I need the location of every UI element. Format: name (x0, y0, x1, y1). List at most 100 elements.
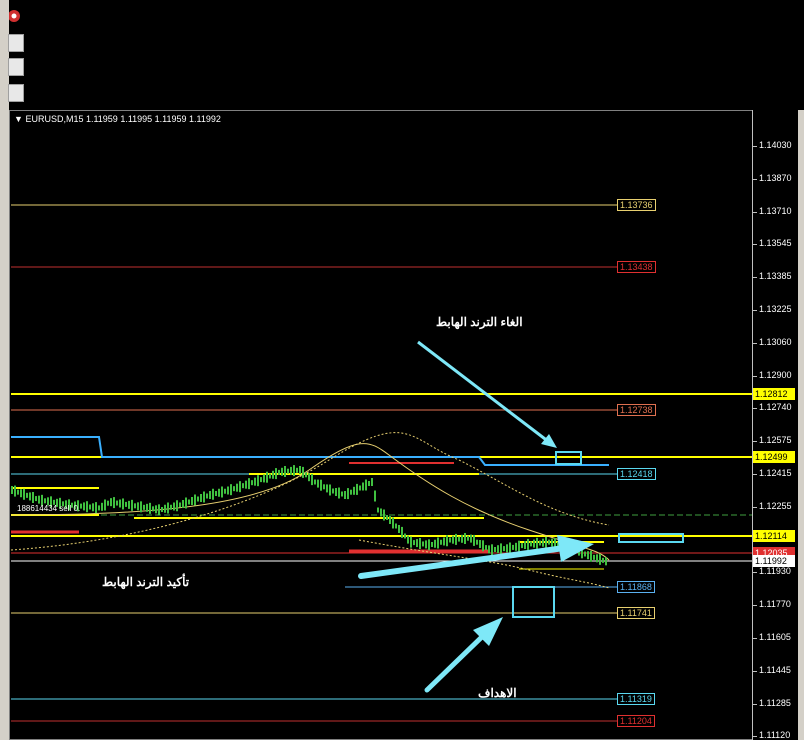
candle (161, 507, 163, 512)
candle (203, 491, 205, 503)
candle (350, 489, 352, 495)
level-label-12418[interactable]: 1.12418 (617, 468, 656, 480)
candle (530, 541, 532, 547)
candle (101, 502, 103, 511)
candle (122, 498, 124, 510)
candle (194, 494, 196, 506)
candle (170, 504, 172, 510)
price-tick-label: 1.13710 (759, 205, 792, 216)
level-label-11319[interactable]: 1.11319 (617, 693, 655, 705)
price-tick (753, 638, 757, 639)
price-tick (753, 342, 757, 344)
candle (155, 505, 157, 514)
candle (491, 544, 493, 556)
candle (428, 539, 430, 551)
candle (293, 465, 295, 477)
level-label-13736[interactable]: 1.13736 (617, 199, 656, 211)
candle (473, 534, 475, 546)
price-tick-label: 1.13545 (759, 238, 792, 249)
candle (536, 537, 538, 549)
level-label-11204[interactable]: 1.11204 (617, 715, 655, 727)
price-tick (753, 441, 757, 443)
candle (440, 539, 442, 545)
candle (116, 500, 118, 506)
price-tick (753, 408, 757, 410)
candle (551, 538, 553, 547)
level-label-12738[interactable]: 1.12738 (617, 404, 656, 416)
candle (404, 533, 406, 539)
candle (254, 477, 256, 486)
candle (239, 481, 241, 493)
candle (257, 475, 259, 487)
candle (596, 554, 598, 563)
price-tick-label: 1.12900 (759, 369, 792, 380)
level-label-13438[interactable]: 1.13438 (617, 261, 656, 273)
price-tick-label: 1.11120 (759, 730, 791, 740)
candle (485, 545, 487, 551)
candle (365, 479, 367, 491)
candle (44, 498, 46, 504)
candle (437, 537, 439, 549)
candle (398, 525, 400, 533)
candle (374, 490, 376, 502)
candle (497, 545, 499, 554)
candle (383, 509, 385, 521)
price-tick (753, 277, 757, 279)
price-tick (753, 506, 757, 508)
candle (425, 540, 427, 549)
candle (539, 540, 541, 546)
candle (215, 491, 217, 496)
candle (380, 508, 382, 517)
candle (431, 542, 433, 547)
candle (335, 488, 337, 496)
candle (416, 539, 418, 548)
candle (320, 479, 322, 491)
price-tick (753, 375, 757, 377)
candle (494, 547, 496, 552)
level-label-11868[interactable]: 1.11868 (617, 581, 655, 593)
candle (143, 504, 145, 510)
candle (605, 557, 607, 566)
price-tick-label: 1.11605 (759, 632, 791, 642)
candle (251, 480, 253, 486)
tool-icon-2[interactable] (8, 58, 24, 76)
candle (401, 526, 403, 538)
candle (488, 545, 490, 554)
price-tick (753, 670, 757, 672)
candle (332, 488, 334, 494)
candle (470, 534, 472, 543)
candle (35, 496, 37, 502)
candle (326, 484, 328, 493)
candle (386, 515, 388, 520)
candle (305, 472, 307, 478)
candle (272, 470, 274, 479)
price-tick (753, 474, 757, 475)
candle (464, 533, 466, 544)
window-scrollbar[interactable] (798, 110, 804, 740)
candle (476, 539, 478, 545)
candle (98, 505, 100, 511)
candle (461, 534, 463, 543)
candle (173, 502, 175, 511)
candle (524, 541, 526, 549)
candle (599, 553, 601, 565)
tool-icon-3[interactable] (8, 84, 24, 102)
candle (299, 466, 301, 474)
candle (290, 466, 292, 475)
candle (104, 499, 106, 511)
candle (500, 543, 502, 555)
candle (308, 473, 310, 482)
candle (167, 502, 169, 514)
candle (521, 543, 523, 549)
tool-icon-1[interactable] (8, 34, 24, 52)
price-scale[interactable]: 1.14030 1.13870 1.13710 1.13545 1.13385 1.132… (752, 110, 799, 740)
price-tick (753, 605, 757, 607)
candle (527, 538, 529, 550)
candle (323, 484, 325, 490)
candle (590, 550, 592, 562)
candle (206, 493, 208, 499)
candle (506, 544, 508, 553)
price-tick-label: 1.11445 (759, 664, 791, 675)
price-tick-label: 1.12415 (759, 468, 792, 478)
level-label-11741[interactable]: 1.11741 (617, 607, 655, 619)
